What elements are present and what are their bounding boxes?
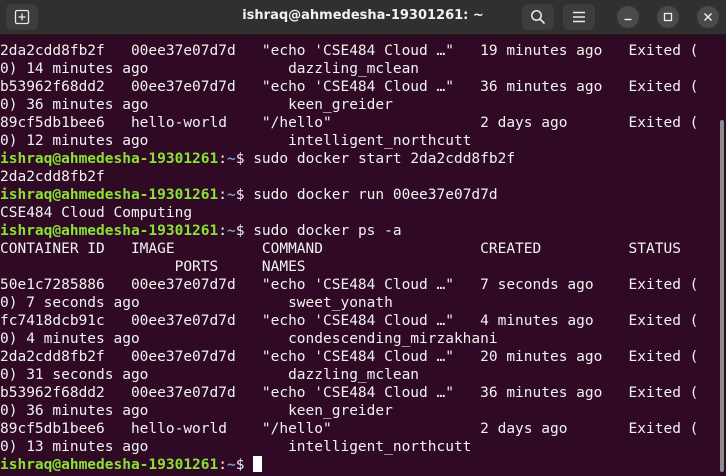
prompt-line: ishraq@ahmedesha-19301261:~$ sudo docker… [0, 150, 515, 168]
command-text: sudo docker run 00ee37e07d7d [253, 187, 498, 203]
prompt-user-host: ishraq@ahmedesha-19301261 [0, 223, 219, 239]
prompt-separator: : [218, 187, 227, 203]
output-line: CSE484 Cloud Computing [0, 205, 193, 221]
prompt-line: ishraq@ahmedesha-19301261:~$ [0, 456, 263, 474]
close-button[interactable] [697, 6, 719, 28]
prompt-user-host: ishraq@ahmedesha-19301261 [0, 187, 219, 203]
search-button[interactable] [522, 4, 554, 30]
terminal-window: ishraq@ahmedesha-19301261: ~ 2da2cdd8fb2… [0, 0, 726, 476]
maximize-icon [663, 12, 673, 22]
output-line: 0) 13 minutes ago intelligent_northcutt [0, 439, 472, 455]
prompt-separator: : [218, 151, 227, 167]
output-line: 2da2cdd8fb2f [0, 169, 105, 185]
new-tab-icon [14, 9, 30, 25]
output-line: 2da2cdd8fb2f 00ee37e07d7d "echo 'CSE484 … [0, 349, 699, 365]
output-line: b53962f68dd2 00ee37e07d7d "echo 'CSE484 … [0, 385, 699, 401]
output-line: b53962f68dd2 00ee37e07d7d "echo 'CSE484 … [0, 79, 699, 95]
title-bar: ishraq@ahmedesha-19301261: ~ [0, 0, 726, 35]
output-line: 0) 36 minutes ago keen_greider [0, 403, 393, 419]
output-line: CONTAINER ID IMAGE COMMAND CREATED STATU… [0, 241, 681, 257]
maximize-button[interactable] [657, 6, 679, 28]
minimize-icon [624, 18, 632, 21]
search-icon [531, 10, 546, 25]
prompt-dollar: $ [235, 223, 254, 239]
output-line: 0) 4 minutes ago condescending_mirzakhan… [0, 331, 498, 347]
text-cursor [253, 456, 263, 472]
output-line: 0) 31 seconds ago dazzling_mclean [0, 367, 420, 383]
output-line: PORTS NAMES [0, 259, 306, 275]
output-line: 0) 36 minutes ago keen_greider [0, 97, 393, 113]
output-line: 89cf5db1bee6 hello-world "/hello" 2 days… [0, 115, 699, 131]
command-text: sudo docker start 2da2cdd8fb2f [253, 151, 516, 167]
close-icon [704, 13, 712, 21]
output-line: 2da2cdd8fb2f 00ee37e07d7d "echo 'CSE484 … [0, 43, 699, 59]
menu-button[interactable] [563, 4, 595, 30]
output-line: 0) 7 seconds ago sweet_yonath [0, 295, 393, 311]
prompt-dollar: $ [235, 187, 254, 203]
prompt-path: ~ [226, 223, 236, 239]
output-line: 50e1c7285886 00ee37e07d7d "echo 'CSE484 … [0, 277, 699, 293]
output-line: fc7418dcb91c 00ee37e07d7d "echo 'CSE484 … [0, 313, 699, 329]
scrollbar[interactable] [720, 120, 724, 472]
hamburger-menu-icon [573, 11, 585, 23]
output-line: 0) 14 minutes ago dazzling_mclean [0, 61, 420, 77]
prompt-user-host: ishraq@ahmedesha-19301261 [0, 457, 219, 473]
prompt-line: ishraq@ahmedesha-19301261:~$ sudo docker… [0, 222, 402, 240]
command-text: sudo docker ps -a [253, 223, 402, 239]
terminal-output[interactable]: 2da2cdd8fb2f 00ee37e07d7d "echo 'CSE484 … [0, 35, 718, 476]
prompt-dollar: $ [235, 151, 254, 167]
prompt-dollar: $ [235, 457, 254, 473]
prompt-separator: : [218, 457, 227, 473]
new-tab-button[interactable] [6, 4, 38, 30]
prompt-path: ~ [226, 457, 236, 473]
prompt-line: ishraq@ahmedesha-19301261:~$ sudo docker… [0, 186, 498, 204]
prompt-user-host: ishraq@ahmedesha-19301261 [0, 151, 219, 167]
prompt-path: ~ [226, 151, 236, 167]
output-line: 89cf5db1bee6 hello-world "/hello" 2 days… [0, 421, 699, 437]
output-line: 0) 12 minutes ago intelligent_northcutt [0, 133, 472, 149]
prompt-separator: : [218, 223, 227, 239]
prompt-path: ~ [226, 187, 236, 203]
minimize-button[interactable] [617, 6, 639, 28]
